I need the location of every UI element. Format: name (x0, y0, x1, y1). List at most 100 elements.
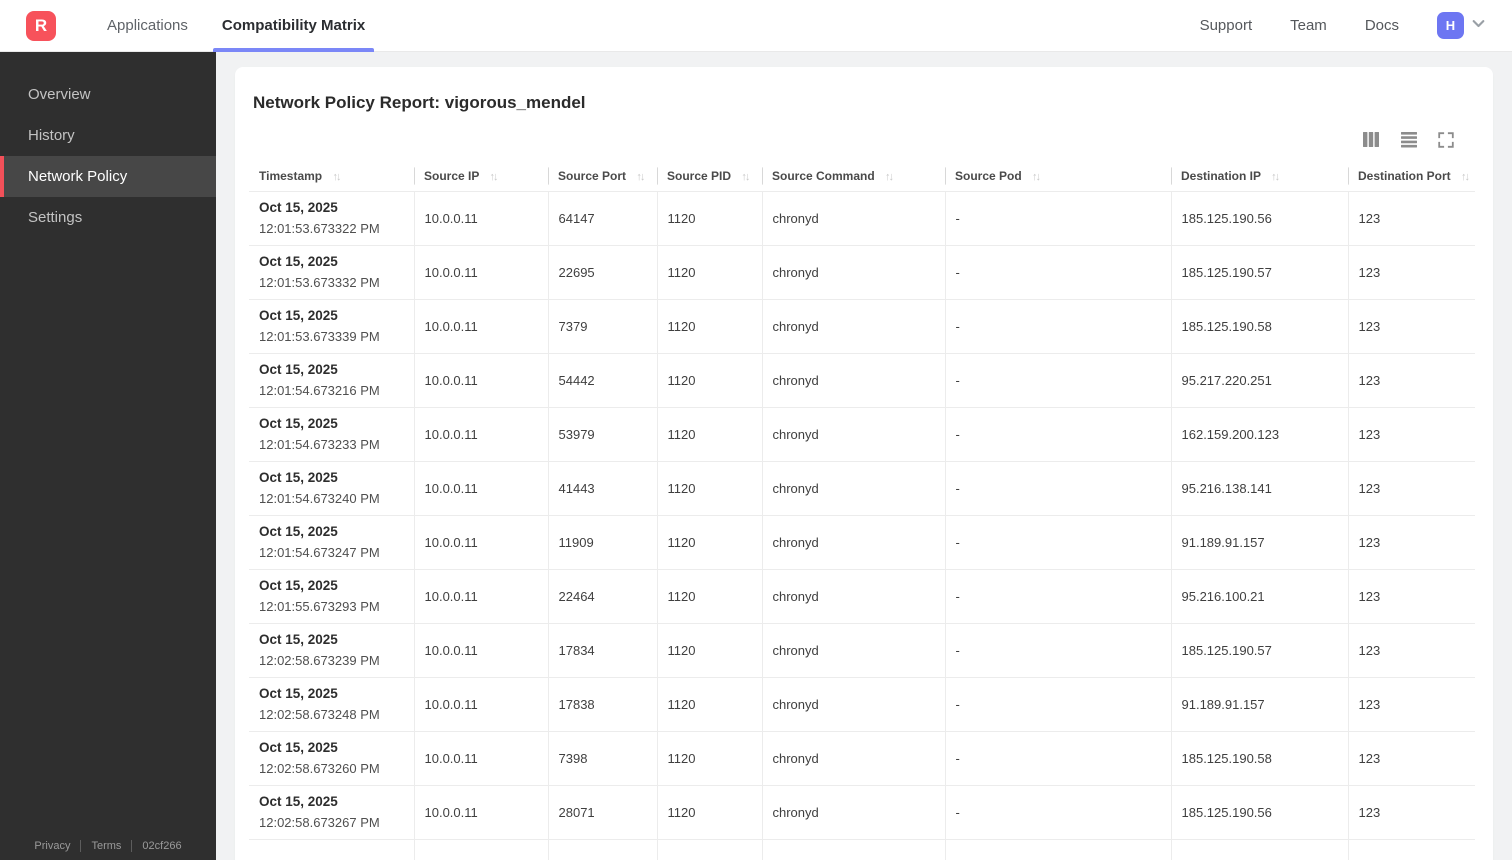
table-row: Oct 15, 2025 12:02:58.673248 PM 10.0.0.1… (249, 677, 1475, 731)
sidebar-footer: Privacy Terms 02cf266 (0, 840, 216, 852)
destination-port-cell: 123 (1347, 785, 1475, 839)
chevron-down-icon[interactable] (1471, 16, 1486, 36)
source-ip-cell: 10.0.0.11 (413, 353, 548, 407)
source-port-cell: 11909 (547, 515, 657, 569)
top-link-label: Docs (1364, 17, 1399, 34)
table-row: Oct 15, 2025 (249, 839, 1475, 860)
app-logo[interactable]: R (26, 10, 56, 41)
sidebar-item-label: Settings (28, 209, 83, 226)
source-ip-cell: 10.0.0.11 (413, 677, 548, 731)
sort-icon[interactable]: ↑↓ (332, 171, 341, 183)
top-link[interactable]: Docs (1365, 17, 1399, 34)
source-ip-cell: 10.0.0.11 (413, 299, 548, 353)
destination-ip-cell: 91.189.91.157 (1170, 515, 1348, 569)
table-row: Oct 15, 2025 12:01:54.673216 PM 10.0.0.1… (249, 353, 1475, 407)
column-header[interactable]: Destination Port ↑↓ (1348, 161, 1475, 191)
timestamp-cell: Oct 15, 2025 12:02:58.673239 PM (249, 623, 414, 677)
account-menu[interactable]: H (1437, 12, 1486, 39)
top-link[interactable]: Team (1290, 17, 1327, 34)
source-ip-cell: 10.0.0.11 (413, 191, 548, 245)
sidebar-item[interactable]: Network Policy (0, 156, 216, 197)
destination-ip-cell: 95.216.138.141 (1170, 461, 1348, 515)
timestamp-date: Oct 15, 2025 (259, 794, 338, 809)
sidebar-item[interactable]: History (0, 115, 216, 156)
source-command-cell: chronyd (761, 353, 945, 407)
source-port-cell: 53979 (547, 407, 657, 461)
column-header[interactable]: Source IP ↑↓ (414, 161, 548, 191)
sort-icon[interactable]: ↑↓ (1461, 171, 1470, 183)
table-row: Oct 15, 2025 12:01:54.673247 PM 10.0.0.1… (249, 515, 1475, 569)
terms-link[interactable]: Terms (91, 840, 121, 852)
top-link[interactable]: Support (1200, 17, 1253, 34)
timestamp-date: Oct 15, 2025 (259, 416, 338, 431)
source-command-cell: chronyd (761, 677, 945, 731)
source-pid-cell: 1120 (656, 515, 762, 569)
sort-icon[interactable]: ↑↓ (741, 171, 750, 183)
table-row: Oct 15, 2025 12:02:58.673260 PM 10.0.0.1… (249, 731, 1475, 785)
timestamp-date: Oct 15, 2025 (259, 470, 338, 485)
top-nav-item[interactable]: Compatibility Matrix (205, 0, 382, 52)
column-header[interactable]: Timestamp ↑↓ (249, 161, 414, 191)
avatar[interactable]: H (1437, 12, 1464, 39)
sort-icon[interactable]: ↑↓ (885, 171, 894, 183)
source-pod-cell: - (944, 407, 1171, 461)
source-command-cell: chronyd (761, 515, 945, 569)
source-pid-cell: 1120 (656, 245, 762, 299)
table-row: Oct 15, 2025 12:01:54.673233 PM 10.0.0.1… (249, 407, 1475, 461)
top-link-label: Team (1290, 17, 1327, 34)
source-pod-cell: - (944, 731, 1171, 785)
destination-ip-cell: 162.159.200.123 (1170, 407, 1348, 461)
top-nav: Applications Compatibility Matrix (90, 0, 382, 52)
destination-port-cell: 123 (1347, 407, 1475, 461)
destination-port-cell: 123 (1347, 515, 1475, 569)
column-header[interactable]: Source Pod ↑↓ (945, 161, 1171, 191)
destination-port-cell: 123 (1347, 731, 1475, 785)
table-toolbar (235, 129, 1493, 153)
timestamp-date: Oct 15, 2025 (259, 200, 338, 215)
destination-ip-cell: 185.125.190.57 (1170, 245, 1348, 299)
column-resize-handle[interactable] (414, 166, 415, 185)
top-nav-item-label: Applications (107, 17, 188, 34)
top-nav-item-label: Compatibility Matrix (221, 17, 366, 34)
privacy-link[interactable]: Privacy (34, 840, 70, 852)
destination-ip-cell: 185.125.190.56 (1170, 191, 1348, 245)
sort-icon[interactable]: ↑↓ (489, 171, 498, 183)
destination-ip-cell: 95.216.100.21 (1170, 569, 1348, 623)
source-pid-cell: 1120 (656, 461, 762, 515)
column-resize-handle[interactable] (548, 166, 549, 185)
column-resize-handle[interactable] (657, 166, 658, 185)
column-header[interactable]: Source Command ↑↓ (762, 161, 945, 191)
table-row: Oct 15, 2025 12:01:53.673339 PM 10.0.0.1… (249, 299, 1475, 353)
source-pod-cell: - (944, 353, 1171, 407)
sidebar-item-label: History (28, 127, 75, 144)
column-header[interactable]: Destination IP ↑↓ (1171, 161, 1348, 191)
fullscreen-button[interactable] (1436, 130, 1456, 153)
destination-ip-cell: 185.125.190.58 (1170, 299, 1348, 353)
source-pod-cell: - (944, 191, 1171, 245)
source-pid-cell: 1120 (656, 407, 762, 461)
timestamp-date: Oct 15, 2025 (259, 524, 338, 539)
source-command-cell: chronyd (761, 785, 945, 839)
column-resize-handle[interactable] (762, 166, 763, 185)
source-ip-cell: 10.0.0.11 (413, 623, 548, 677)
timestamp-cell: Oct 15, 2025 12:01:53.673322 PM (249, 191, 414, 245)
sort-icon[interactable]: ↑↓ (1032, 171, 1041, 183)
column-header-label: Destination IP (1181, 168, 1261, 183)
sidebar-item[interactable]: Overview (0, 74, 216, 115)
source-pid-cell: 1120 (656, 353, 762, 407)
column-resize-handle[interactable] (1348, 166, 1349, 185)
columns-view-button[interactable] (1360, 129, 1382, 153)
column-resize-handle[interactable] (1171, 166, 1172, 185)
rows-view-button[interactable] (1398, 129, 1420, 153)
column-header[interactable]: Source Port ↑↓ (548, 161, 657, 191)
column-resize-handle[interactable] (945, 166, 946, 185)
sort-icon[interactable]: ↑↓ (636, 171, 645, 183)
top-nav-item[interactable]: Applications (90, 0, 205, 52)
report-card: Network Policy Report: vigorous_mendel T… (235, 67, 1493, 860)
destination-ip-cell: 91.189.91.157 (1170, 677, 1348, 731)
table-row: Oct 15, 2025 12:02:58.673267 PM 10.0.0.1… (249, 785, 1475, 839)
sidebar-item[interactable]: Settings (0, 197, 216, 238)
sort-icon[interactable]: ↑↓ (1271, 171, 1280, 183)
column-header[interactable]: Source PID ↑↓ (657, 161, 762, 191)
destination-port-cell: 123 (1347, 623, 1475, 677)
